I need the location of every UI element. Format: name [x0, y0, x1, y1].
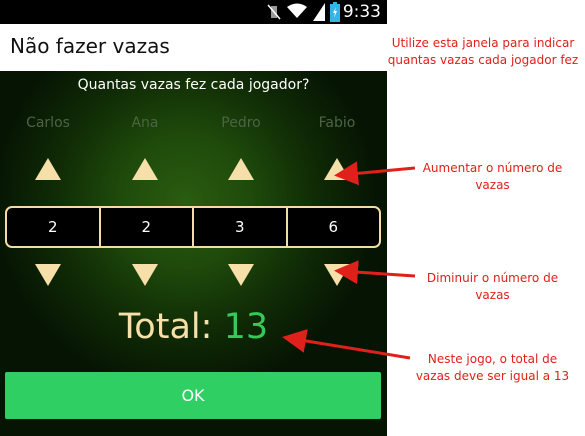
count-carlos: 2 — [7, 208, 101, 246]
annotation-top-right: Utilize esta janela para indicar quantas… — [387, 36, 579, 67]
increase-fabio-button[interactable] — [324, 158, 350, 180]
count-pedro: 3 — [194, 208, 288, 246]
increase-carlos-button[interactable] — [35, 158, 61, 180]
status-time: 9:33 — [342, 2, 381, 22]
annotation-increase: Aumentar o número de vazas — [422, 161, 563, 192]
battery-icon — [330, 2, 340, 22]
total-label: Total: — [118, 307, 213, 347]
annotation-total: Neste jogo, o total de vazas deve ser ig… — [415, 352, 570, 383]
decrease-carlos-button[interactable] — [35, 264, 61, 286]
decrease-ana-button[interactable] — [132, 264, 158, 286]
signal-icon — [313, 3, 325, 21]
player-name-pedro: Pedro — [221, 115, 261, 131]
increase-ana-button[interactable] — [132, 158, 158, 180]
game-panel: Quantas vazas fez cada jogador? Carlos A… — [0, 71, 387, 436]
question-label: Quantas vazas fez cada jogador? — [77, 77, 310, 93]
vibrate-icon — [267, 4, 281, 20]
total-value: 13 — [223, 307, 269, 347]
count-fabio: 6 — [328, 218, 339, 236]
app-title: Não fazer vazas — [10, 34, 170, 58]
decrease-pedro-button[interactable] — [228, 264, 254, 286]
counts-row: 2 2 3 6 — [5, 206, 381, 248]
increase-pedro-button[interactable] — [228, 158, 254, 180]
total-display: Total: 13 — [0, 307, 387, 347]
phone-screen: 9:33 Não fazer vazas Quantas vazas fez c… — [0, 0, 387, 436]
annotation-decrease: Diminuir o número de vazas — [426, 271, 559, 302]
app-bar: Não fazer vazas — [0, 24, 387, 71]
player-name-ana: Ana — [131, 115, 159, 131]
ok-button[interactable]: OK — [5, 372, 381, 419]
status-bar: 9:33 — [0, 0, 387, 24]
wifi-icon — [287, 3, 307, 18]
count-ana: 2 — [101, 208, 194, 246]
decrease-fabio-button[interactable] — [324, 264, 350, 286]
player-name-carlos: Carlos — [26, 115, 70, 131]
player-name-fabio: Fabio — [318, 115, 356, 131]
